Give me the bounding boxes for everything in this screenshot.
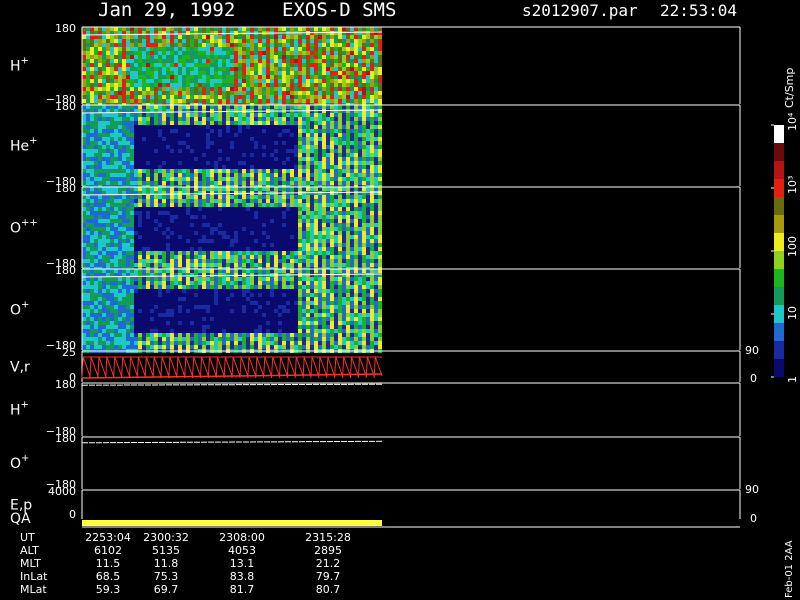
- ephemeris-cell: 69.7: [154, 583, 179, 596]
- header-instrument: EXOS-D SMS: [282, 0, 396, 21]
- colorbar-unit: Ct/Smp: [783, 68, 796, 108]
- ytick-top: 180: [55, 182, 76, 195]
- ytick-top: 180: [55, 22, 76, 35]
- ephemeris-cell: 2253:04: [85, 531, 131, 544]
- ephemeris-cell: 11.5: [96, 557, 121, 570]
- ephemeris-cell: 75.3: [154, 570, 179, 583]
- ephemeris-row-label: InLat: [20, 570, 48, 583]
- spectrogram-hplus: [81, 27, 383, 107]
- colorbar-segment: [774, 341, 784, 359]
- ephemeris-cell: 81.7: [230, 583, 255, 596]
- ephemeris-cell: 13.1: [230, 557, 255, 570]
- panel-label-superscript: +: [21, 300, 29, 311]
- ephemeris-cell: 21.2: [316, 557, 341, 570]
- spectrogram-heplus: [81, 105, 383, 189]
- ep-right-top: 90: [745, 483, 759, 496]
- ephemeris-cell: 4053: [228, 544, 256, 557]
- ephemeris-cell: 79.7: [316, 570, 341, 583]
- colorbar-segment: [774, 251, 784, 269]
- panel-label: O+: [10, 300, 29, 319]
- ytick-top: 180: [55, 378, 76, 391]
- colorbar-segment: [774, 323, 784, 341]
- colorbar-segment: [774, 287, 784, 305]
- colorbar-segment: [774, 197, 784, 215]
- colorbar-segment: [774, 305, 784, 323]
- ephemeris-cell: 5135: [152, 544, 180, 557]
- phase-line: [81, 383, 383, 386]
- ytick-top: 180: [55, 100, 76, 113]
- panel-label: O+: [10, 453, 29, 472]
- spectrogram-oplusplus: [81, 187, 383, 271]
- panel-label-superscript: +: [21, 453, 29, 464]
- ephemeris-cell: 59.3: [96, 583, 121, 596]
- ephemeris-cell: 2895: [314, 544, 342, 557]
- side-label: Feb-01 2AA: [784, 540, 795, 598]
- panel-label: He+: [10, 136, 38, 155]
- panel-label-superscript: +: [21, 56, 29, 67]
- ep-right-bottom: 0: [750, 512, 757, 525]
- colorbar-segment: [774, 179, 784, 197]
- ytick-top: 4000: [48, 485, 76, 498]
- velocity-trace: [81, 356, 383, 379]
- ephemeris-cell: 2315:28: [305, 531, 351, 544]
- colorbar-segment: [774, 215, 784, 233]
- panel-label: O++: [10, 218, 38, 237]
- panel-label: QA: [10, 511, 31, 527]
- colorbar-segment: [774, 269, 784, 287]
- phase-line: [81, 440, 383, 444]
- ephemeris-cell: 80.7: [316, 583, 341, 596]
- phase-traces: [81, 383, 383, 444]
- ephemeris-cell: 11.8: [154, 557, 179, 570]
- ephemeris-cell: 2300:32: [143, 531, 189, 544]
- ytick-top: 180: [55, 432, 76, 445]
- qa-bar: [82, 520, 382, 526]
- ephemeris-cell: 2308:00: [219, 531, 265, 544]
- panel-label-superscript: +: [29, 136, 37, 147]
- ephemeris-row-label: UT: [20, 531, 35, 544]
- spectrogram-panels: [81, 27, 383, 353]
- ephemeris-cell: 83.8: [230, 570, 255, 583]
- ephemeris-cell: 6102: [94, 544, 122, 557]
- panel-label: V,r: [10, 360, 30, 376]
- colorbar-tick-label: 10³: [786, 176, 799, 194]
- colorbar-segment: [774, 143, 784, 161]
- colorbar-tick-label: 10: [786, 306, 799, 320]
- vr-right-top: 90: [745, 344, 759, 357]
- ephemeris-row-label: MLat: [20, 583, 47, 596]
- colorbar-segment: [774, 359, 784, 377]
- ytick-bottom: 0: [69, 508, 76, 521]
- ytick-top: 25: [62, 346, 76, 359]
- ephemeris-row-label: ALT: [20, 544, 39, 557]
- ephemeris-row-label: MLT: [20, 557, 41, 570]
- spectrogram-oplus: [81, 269, 383, 353]
- colorbar-segment: [774, 161, 784, 179]
- ephemeris-cell: 68.5: [96, 570, 121, 583]
- colorbar-segment: [774, 233, 784, 251]
- ytick-top: 180: [55, 264, 76, 277]
- header-file: s2012907.par: [522, 1, 638, 20]
- colorbar-tick-label: 100: [786, 236, 799, 257]
- panel-label-superscript: ++: [21, 218, 38, 229]
- colorbar: 1 10 100 10³ 10⁴: [771, 112, 799, 383]
- panel-label: H+: [10, 56, 29, 75]
- header-date: Jan 29, 1992: [98, 0, 235, 21]
- exos-d-sms-plot: Jan 29, 1992 EXOS-D SMS s2012907.par 22:…: [10, 0, 799, 598]
- ephemeris-table: UT 2253:04 2300:32 2308:00 2315:28 ALT 6102 513…: [20, 531, 351, 596]
- colorbar-tick-label: 1: [786, 376, 799, 383]
- header-time: 22:53:04: [660, 1, 737, 20]
- panel-label-superscript: +: [21, 400, 29, 411]
- panel-label: H+: [10, 400, 29, 419]
- colorbar-tick-label: 10⁴: [786, 112, 799, 131]
- colorbar-segment: [774, 125, 784, 143]
- vr-right-bottom: 0: [750, 372, 757, 385]
